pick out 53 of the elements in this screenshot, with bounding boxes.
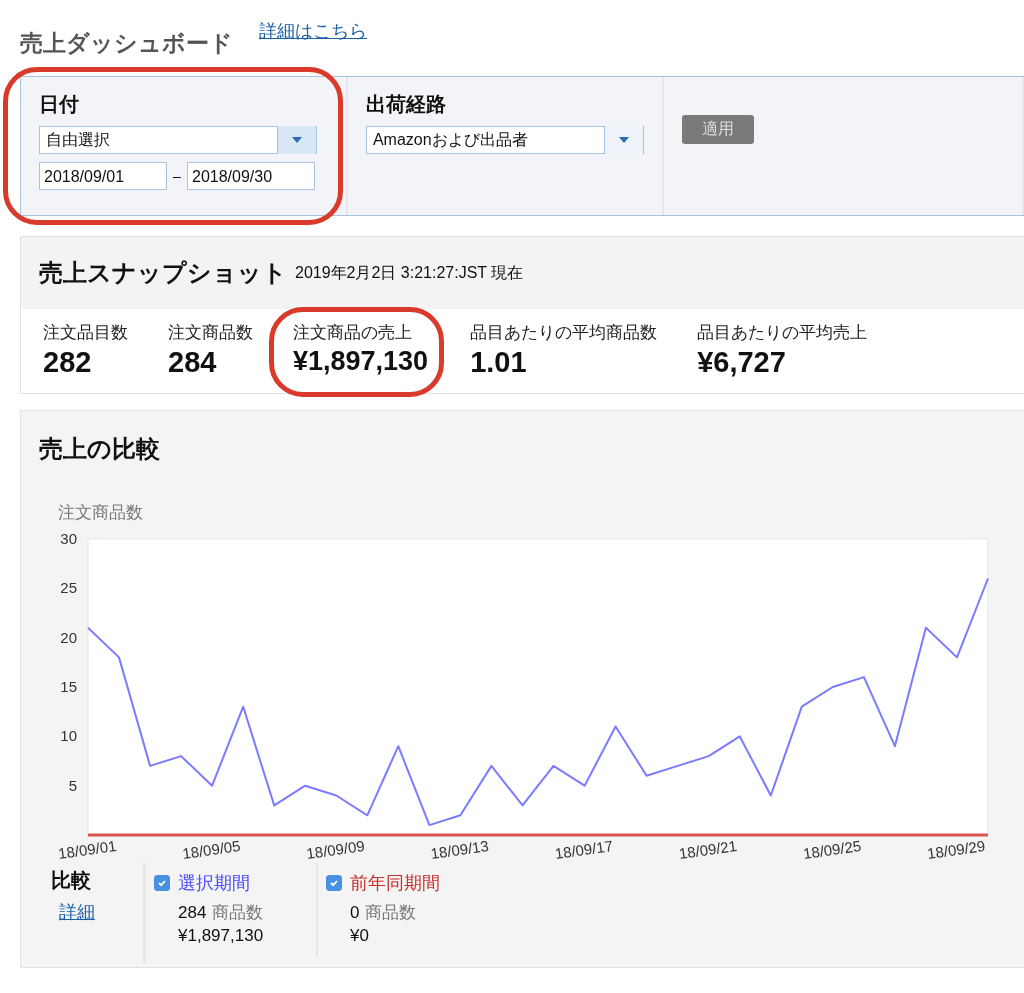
y-tick-label: 10 <box>60 727 77 745</box>
caret-icon <box>617 136 630 144</box>
x-tick-label: 18/09/13 <box>429 837 490 863</box>
details-link[interactable]: 詳細はこちら <box>259 19 367 43</box>
metric-label: 品目あたりの平均売上 <box>697 322 868 344</box>
count-unit: 商品数 <box>212 903 264 922</box>
comparison-label: 比較 <box>51 868 92 893</box>
timestamp: 2019年2月2日 3:21:27:JST 現在 <box>295 262 524 283</box>
y-tick-label: 25 <box>60 579 77 597</box>
y-tick-label: 30 <box>60 530 77 547</box>
x-tick-label: 18/09/09 <box>305 837 366 863</box>
item-count: 284 <box>178 903 207 922</box>
filter-label: 日付 <box>39 92 80 117</box>
metric-label: 品目あたりの平均商品数 <box>470 322 658 344</box>
metric-value: ¥6,727 <box>697 346 787 379</box>
channel-select[interactable]: Amazonおよび出品者 <box>365 126 644 154</box>
metric-value: 282 <box>43 346 93 379</box>
metric-value: 284 <box>168 346 218 379</box>
axis-title: 注文商品数 <box>58 503 143 522</box>
start-date-field[interactable]: 2018/09/01 <box>39 162 167 190</box>
range-separator: – <box>172 168 182 184</box>
x-tick-label: 18/09/05 <box>181 837 242 863</box>
item-count: 0 <box>350 903 360 922</box>
metric-label: 注文商品の売上 <box>293 322 413 344</box>
series-name: 前年同期間 <box>350 872 440 895</box>
count-unit: 商品数 <box>365 903 417 922</box>
sales-total: ¥0 <box>349 926 370 946</box>
section-title: 売上の比較 <box>38 434 161 464</box>
metric-label: 注文品目数 <box>43 322 128 344</box>
y-tick-label: 15 <box>60 678 77 695</box>
end-date-field[interactable]: 2018/09/30 <box>187 162 315 190</box>
section-title: 売上スナップショット <box>39 258 287 288</box>
y-tick-label: 5 <box>68 776 77 794</box>
date-range-select[interactable]: 自由選択 <box>39 126 317 154</box>
filter-label: 出荷経路 <box>365 92 447 117</box>
sales-total: ¥1,897,130 <box>177 926 265 946</box>
checkbox[interactable] <box>326 875 342 891</box>
checkbox[interactable] <box>154 875 170 891</box>
page-title: 売上ダッシュボード <box>20 29 233 58</box>
details-link[interactable]: 詳細 <box>59 902 95 922</box>
metric-label: 注文商品数 <box>168 322 253 344</box>
series-name: 選択期間 <box>178 872 250 895</box>
y-tick-label: 20 <box>60 628 77 646</box>
x-tick-label: 18/09/17 <box>553 837 614 863</box>
checkmark-icon <box>157 878 167 888</box>
metric-value: ¥1,897,130 <box>293 346 429 377</box>
x-tick-label: 18/09/21 <box>677 837 738 863</box>
x-tick-label: 18/09/01 <box>57 837 118 863</box>
metric-value: 1.01 <box>470 346 528 379</box>
caret-icon <box>291 136 303 144</box>
x-tick-label: 18/09/29 <box>926 837 987 863</box>
x-tick-label: 18/09/25 <box>801 837 863 863</box>
checkmark-icon <box>329 878 339 888</box>
